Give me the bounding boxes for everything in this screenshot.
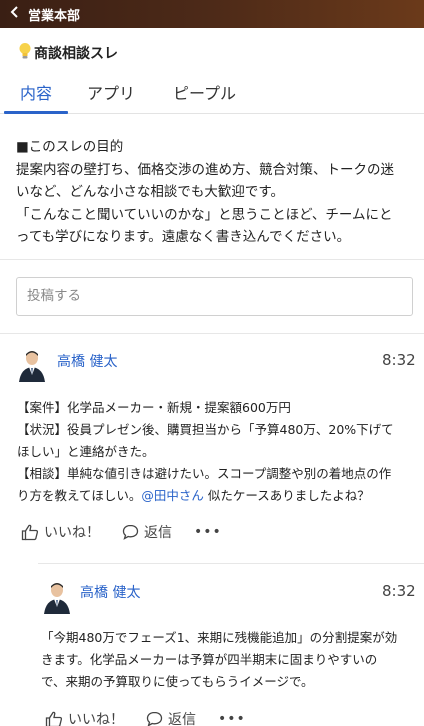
chevron-left-icon[interactable] bbox=[10, 6, 26, 22]
reply-button[interactable]: 返信 bbox=[122, 522, 172, 542]
speech-bubble-icon bbox=[122, 524, 139, 540]
description-line: 提案内容の壁打ち、価格交渉の進め方、競合対策、トークの迷 bbox=[16, 161, 394, 178]
post-actions: いいね！ 返信 ••• bbox=[21, 522, 222, 542]
tab-bar: 内容 アプリ ピープル bbox=[0, 76, 424, 114]
reply-line: 「今期480万でフェーズ1、来期に残機能追加」の分割提案が効 bbox=[41, 630, 398, 645]
mention-link[interactable]: @田中さん bbox=[141, 488, 204, 503]
group-title[interactable]: 営業本部 bbox=[28, 5, 80, 24]
divider bbox=[0, 259, 424, 260]
reply-button[interactable]: 返信 bbox=[146, 709, 196, 726]
like-button[interactable]: いいね！ bbox=[21, 522, 100, 542]
post-line: 【相談】単純な値引きは避けたい。スコープ調整や別の着地点の作 bbox=[17, 466, 392, 481]
post-text: り方を教えてほしい。 bbox=[17, 488, 142, 503]
description-line: いなど、どんな小さな相談でも大歓迎です。 bbox=[16, 184, 284, 200]
reply-divider bbox=[38, 563, 424, 564]
reply-line: きます。化学品メーカーは予算が四半期末に固まりやすいの bbox=[41, 652, 378, 667]
speech-bubble-icon bbox=[146, 711, 163, 726]
reply-author[interactable]: 高橋 健太 bbox=[80, 582, 140, 602]
reply-body: 「今期480万でフェーズ1、来期に残機能追加」の分割提案が効 きます。化学品メー… bbox=[41, 627, 417, 693]
avatar[interactable] bbox=[17, 348, 47, 382]
reply-label: 返信 bbox=[144, 525, 172, 541]
post-composer-input[interactable]: 投稿する bbox=[16, 277, 413, 316]
ellipsis-icon[interactable]: ••• bbox=[218, 711, 246, 726]
post-line: ほしい」と連絡がきた。 bbox=[17, 444, 155, 459]
reply-line: で、来期の予算取りに使ってもらうイメージで。 bbox=[41, 674, 314, 689]
like-button[interactable]: いいね！ bbox=[45, 709, 124, 726]
top-bar: 営業本部 bbox=[0, 0, 424, 28]
thread-title: 商談相談スレ bbox=[34, 46, 118, 62]
thread-header: 商談相談スレ bbox=[18, 42, 118, 64]
avatar[interactable] bbox=[42, 580, 72, 614]
post-author[interactable]: 高橋 健太 bbox=[57, 351, 117, 371]
post-timestamp: 8:32 bbox=[382, 351, 416, 369]
post-body: 【案件】化学品メーカー・新規・提案額600万円 【状況】役員プレゼン後、購買担当… bbox=[17, 397, 413, 507]
thumbs-up-icon bbox=[21, 524, 39, 540]
tab-apps[interactable]: アプリ bbox=[87, 80, 135, 104]
like-label: いいね！ bbox=[44, 525, 100, 541]
active-tab-indicator bbox=[4, 111, 68, 114]
post-line: 【状況】役員プレゼン後、購買担当から「予算480万、20%下げて bbox=[17, 422, 394, 437]
reply-label: 返信 bbox=[168, 712, 196, 726]
post-line: 【案件】化学品メーカー・新規・提案額600万円 bbox=[17, 400, 291, 415]
ellipsis-icon[interactable]: ••• bbox=[194, 524, 222, 540]
reply-timestamp: 8:32 bbox=[382, 582, 416, 600]
description-line: っても学びになります。遠慮なく書き込んでください。 bbox=[16, 229, 351, 245]
divider bbox=[0, 333, 424, 334]
thumbs-up-icon bbox=[45, 711, 63, 726]
description-heading: ■このスレの目的 bbox=[16, 139, 124, 155]
tab-content[interactable]: 内容 bbox=[20, 80, 52, 104]
thread-description: ■このスレの目的 提案内容の壁打ち、価格交渉の進め方、競合対策、トークの迷 いな… bbox=[16, 136, 412, 249]
tab-people[interactable]: ピープル bbox=[173, 80, 236, 104]
reply-actions: いいね！ 返信 ••• bbox=[45, 709, 246, 726]
description-line: 「こんなこと聞いていいのかな」と思うことほど、チームにと bbox=[16, 206, 393, 223]
post-text: 似たケースありましたよね？ bbox=[203, 488, 370, 503]
post-line: り方を教えてほしい。@田中さん 似たケースありましたよね？ bbox=[17, 485, 413, 507]
lightbulb-icon bbox=[18, 42, 32, 64]
like-label: いいね！ bbox=[68, 712, 124, 726]
